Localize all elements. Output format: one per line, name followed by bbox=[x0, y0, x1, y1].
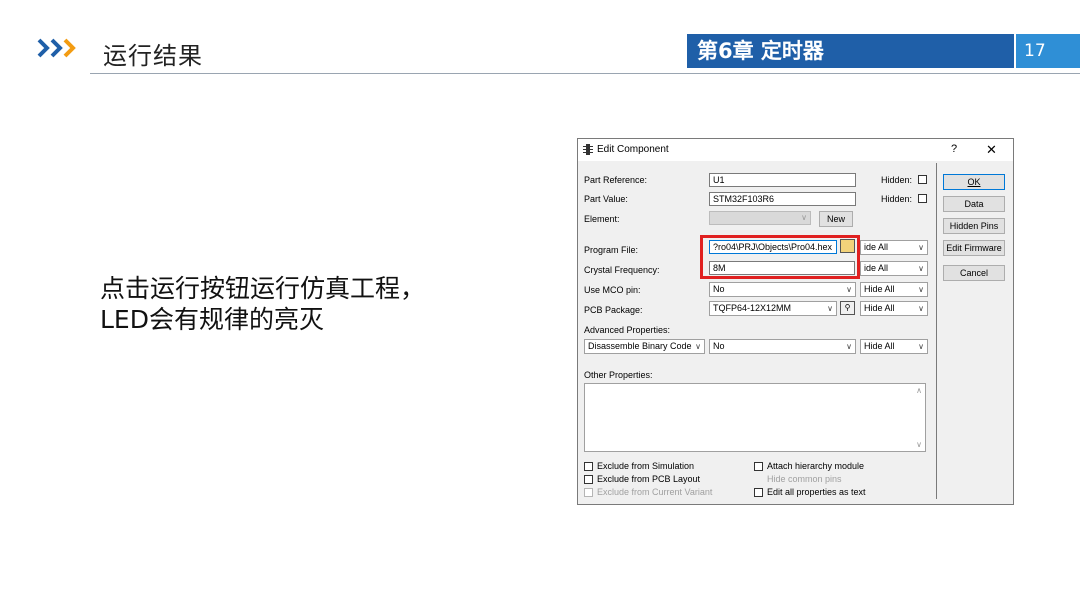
slide-title: 运行结果 bbox=[103, 42, 203, 70]
part-reference-label: Part Reference: bbox=[584, 175, 648, 185]
hidden-value-checkbox[interactable] bbox=[918, 194, 927, 203]
advanced-value-select[interactable]: No ∨ bbox=[709, 339, 856, 354]
mco-pin-label: Use MCO pin: bbox=[584, 285, 641, 295]
advanced-visibility[interactable]: Hide All ∨ bbox=[860, 339, 928, 354]
exclude-variant-label: Exclude from Current Variant bbox=[597, 487, 713, 497]
body-line-1: 点击运行按钮运行仿真工程， bbox=[100, 274, 426, 303]
edit-all-properties-checkbox[interactable] bbox=[754, 488, 763, 497]
hidden-pins-button[interactable]: Hidden Pins bbox=[943, 218, 1005, 234]
crystal-visibility[interactable]: ide All ∨ bbox=[860, 261, 928, 276]
edit-all-properties-label: Edit all properties as text bbox=[767, 487, 866, 497]
program-file-label: Program File: bbox=[584, 245, 639, 255]
body-line-2: LED会有规律的亮灭 bbox=[100, 305, 324, 334]
cancel-button[interactable]: Cancel bbox=[943, 265, 1005, 281]
chevrons-icon bbox=[37, 38, 76, 58]
element-label: Element: bbox=[584, 214, 620, 224]
hidden-pins-button-label: Hidden Pins bbox=[949, 221, 999, 231]
scroll-down-icon[interactable]: ∨ bbox=[916, 440, 922, 449]
exclude-pcb-checkbox[interactable] bbox=[584, 475, 593, 484]
exclude-pcb-label: Exclude from PCB Layout bbox=[597, 474, 701, 484]
ok-button[interactable]: OK bbox=[943, 174, 1005, 190]
binoculars-icon[interactable]: ⚲ bbox=[840, 301, 855, 315]
dialog-title: Edit Component bbox=[597, 144, 669, 155]
header-divider bbox=[90, 73, 1080, 74]
help-button[interactable]: ? bbox=[951, 143, 957, 155]
data-button[interactable]: Data bbox=[943, 196, 1005, 212]
scroll-up-icon[interactable]: ∧ bbox=[916, 386, 922, 395]
part-value-input[interactable]: STM32F103R6 bbox=[709, 192, 856, 206]
ok-button-label: OK bbox=[967, 177, 981, 187]
exclude-simulation-checkbox[interactable] bbox=[584, 462, 593, 471]
new-button-label: New bbox=[826, 214, 845, 224]
hidden-label: Hidden: bbox=[881, 175, 913, 185]
mco-pin-select[interactable]: No ∨ bbox=[709, 282, 856, 297]
edit-firmware-button[interactable]: Edit Firmware bbox=[943, 240, 1005, 256]
exclude-variant-checkbox bbox=[584, 488, 593, 497]
mco-visibility[interactable]: Hide All ∨ bbox=[860, 282, 928, 297]
dialog-titlebar: Edit Component ? ✕ bbox=[578, 139, 1013, 161]
other-properties-label: Other Properties: bbox=[584, 370, 653, 380]
pcb-package-select[interactable]: TQFP64-12X12MM ∨ bbox=[709, 301, 837, 316]
close-icon[interactable]: ✕ bbox=[986, 142, 997, 158]
crystal-frequency-label: Crystal Frequency: bbox=[584, 265, 660, 275]
part-value-label: Part Value: bbox=[584, 194, 628, 204]
component-icon bbox=[583, 144, 593, 155]
advanced-property-select[interactable]: Disassemble Binary Code ∨ bbox=[584, 339, 705, 354]
button-column-divider bbox=[936, 163, 937, 499]
element-select[interactable]: ∨ bbox=[709, 211, 811, 225]
cancel-button-label: Cancel bbox=[959, 268, 988, 278]
hide-common-pins-label: Hide common pins bbox=[767, 474, 842, 484]
pcb-package-label: PCB Package: bbox=[584, 305, 643, 315]
attach-hierarchy-checkbox[interactable] bbox=[754, 462, 763, 471]
data-button-label: Data bbox=[964, 199, 984, 209]
new-button[interactable]: New bbox=[819, 211, 853, 227]
exclude-simulation-label: Exclude from Simulation bbox=[597, 461, 695, 471]
edit-component-dialog: Edit Component ? ✕ Part Reference: U1 Hi… bbox=[577, 138, 1014, 505]
attach-hierarchy-label: Attach hierarchy module bbox=[767, 461, 865, 471]
edit-firmware-button-label: Edit Firmware bbox=[946, 243, 1002, 253]
other-properties-textarea[interactable]: ∧ ∨ bbox=[584, 383, 926, 452]
page-number: 17 bbox=[1016, 34, 1080, 68]
pcb-visibility[interactable]: Hide All ∨ bbox=[860, 301, 928, 316]
body-text: 点击运行按钮运行仿真工程， LED会有规律的亮灭 bbox=[100, 273, 425, 335]
chapter-banner: 第6章 定时器 bbox=[687, 34, 1014, 68]
program-file-visibility[interactable]: ide All ∨ bbox=[860, 240, 928, 255]
hidden-label: Hidden: bbox=[881, 194, 913, 204]
highlight-box bbox=[700, 235, 860, 279]
part-reference-input[interactable]: U1 bbox=[709, 173, 856, 187]
hidden-reference-checkbox[interactable] bbox=[918, 175, 927, 184]
advanced-properties-label: Advanced Properties: bbox=[584, 325, 671, 335]
